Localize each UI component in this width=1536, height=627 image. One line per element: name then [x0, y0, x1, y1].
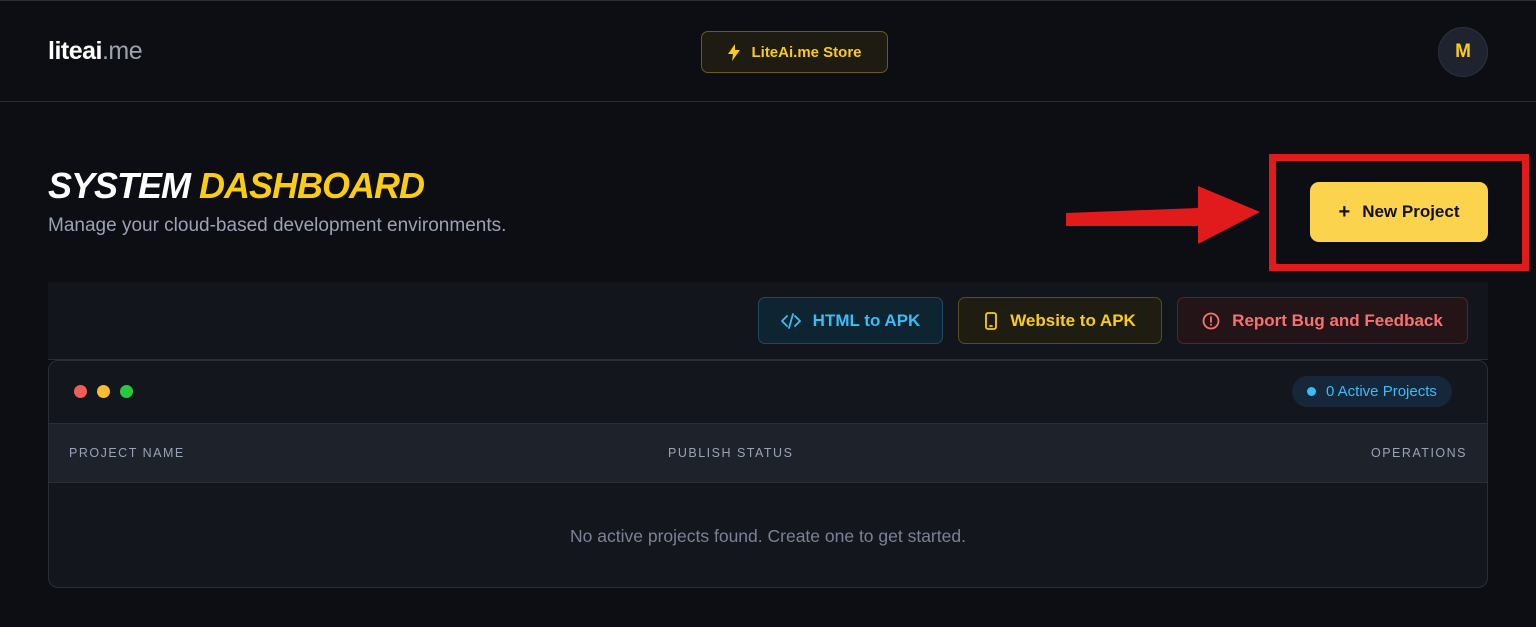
panel-header: 0 Active Projects: [49, 361, 1487, 423]
page-subtitle: Manage your cloud-based development envi…: [48, 215, 507, 236]
column-header-operations: OPERATIONS: [1370, 446, 1467, 460]
action-toolbar: HTML to APK Website to APK Report Bug an…: [48, 282, 1488, 360]
projects-panel: 0 Active Projects PROJECT NAME PUBLISH S…: [48, 360, 1488, 588]
logo-suffix: .me: [101, 37, 143, 65]
report-bug-button[interactable]: Report Bug and Feedback: [1177, 297, 1468, 344]
code-icon: [780, 312, 801, 329]
window-dot-red: [74, 385, 87, 398]
avatar-initial: M: [1455, 41, 1471, 62]
window-dot-yellow: [97, 385, 110, 398]
lightning-icon: [728, 43, 741, 61]
window-dot-green: [120, 385, 133, 398]
column-header-project-name: PROJECT NAME: [69, 446, 185, 460]
status-dot-icon: [1307, 387, 1316, 396]
column-header-publish-status: PUBLISH STATUS: [668, 446, 794, 460]
empty-state-message: No active projects found. Create one to …: [570, 525, 966, 546]
store-button-label: LiteAi.me Store: [751, 43, 862, 61]
website-to-apk-label: Website to APK: [1010, 310, 1136, 330]
new-project-button[interactable]: + New Project: [1310, 182, 1488, 242]
top-navbar: liteai.me LiteAi.me Store M: [0, 0, 1536, 102]
page-title-part1: SYSTEM: [48, 165, 191, 206]
active-projects-badge: 0 Active Projects: [1292, 376, 1452, 407]
report-bug-label: Report Bug and Feedback: [1232, 310, 1443, 330]
page-title-part2: DASHBOARD: [199, 165, 425, 206]
page-title: SYSTEM DASHBOARD: [48, 165, 425, 207]
store-button[interactable]: LiteAi.me Store: [701, 31, 888, 73]
website-to-apk-button[interactable]: Website to APK: [958, 297, 1162, 344]
alert-icon: [1202, 312, 1220, 329]
active-projects-label: 0 Active Projects: [1326, 383, 1437, 400]
logo-main: liteai: [48, 37, 102, 65]
html-to-apk-label: HTML to APK: [812, 310, 921, 330]
new-project-label: New Project: [1362, 202, 1460, 221]
table-header: PROJECT NAME PUBLISH STATUS OPERATIONS: [49, 423, 1487, 483]
avatar[interactable]: M: [1438, 27, 1488, 77]
mobile-icon: [985, 311, 998, 330]
logo[interactable]: liteai.me: [48, 37, 143, 66]
arrow-annotation-icon: [1066, 186, 1260, 244]
html-to-apk-button[interactable]: HTML to APK: [758, 297, 943, 344]
plus-icon: +: [1338, 200, 1351, 223]
